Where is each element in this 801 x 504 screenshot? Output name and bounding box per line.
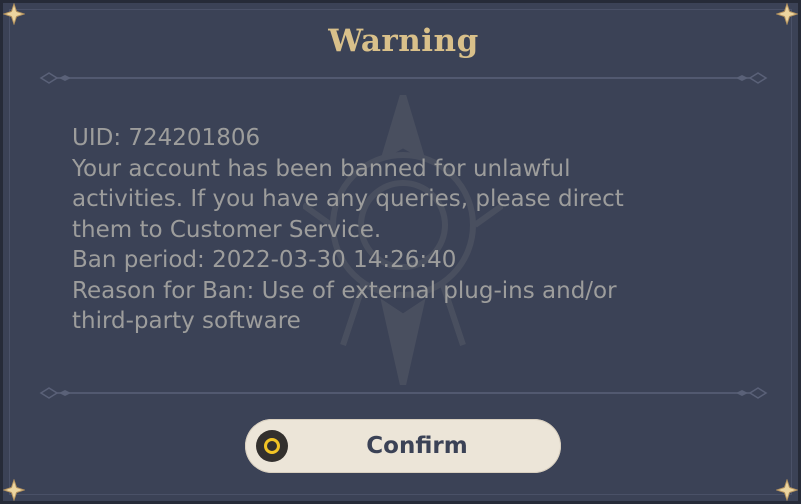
bottom-ornament-divider — [39, 387, 768, 399]
warning-dialog: Warning UID: 724201806 Your account has … — [0, 0, 801, 504]
corner-star-icon — [776, 479, 798, 501]
corner-star-icon — [776, 3, 798, 25]
confirm-button-label: Confirm — [366, 433, 468, 459]
ban-message: UID: 724201806 Your account has been ban… — [72, 123, 752, 337]
message-line: activities. If you have any queries, ple… — [72, 186, 624, 212]
ban-reason-line: Reason for Ban: Use of external plug-ins… — [72, 277, 617, 304]
ban-period-line: Ban period: 2022-03-30 14:26:40 — [72, 247, 457, 273]
corner-star-icon — [3, 479, 25, 501]
uid-line: UID: 724201806 — [72, 125, 261, 151]
dialog-title: Warning — [328, 23, 479, 59]
confirm-button[interactable]: Confirm — [245, 419, 561, 473]
message-line: Your account has been banned for unlawfu… — [72, 155, 571, 182]
top-ornament-divider — [39, 72, 768, 84]
message-line: them to Customer Service. — [72, 216, 382, 243]
corner-star-icon — [3, 3, 25, 25]
ban-reason-line: third-party software — [72, 308, 301, 334]
